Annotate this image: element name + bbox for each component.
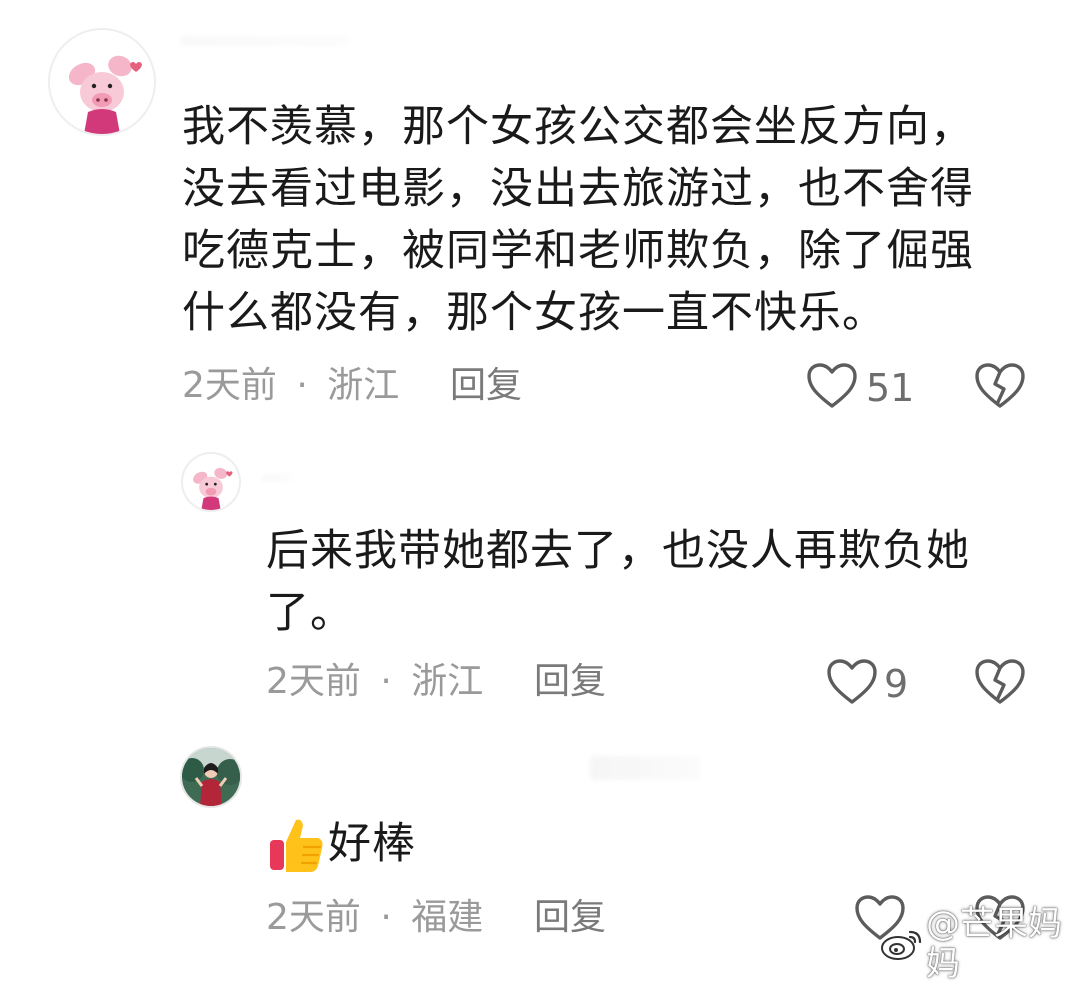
reply-avatar[interactable] (181, 452, 241, 512)
broken-heart-icon (975, 363, 1025, 408)
reply-avatar[interactable] (180, 746, 242, 808)
reply-meta: 2天前 · 福建 (266, 896, 483, 940)
commenter-name-blurred (180, 36, 350, 46)
comment-time: 2天前 (182, 365, 277, 406)
reply-button[interactable]: 回复 (534, 896, 606, 940)
dislike-button[interactable] (974, 658, 1026, 706)
reply-text-line: 了。 (266, 588, 354, 638)
like-button[interactable] (806, 362, 858, 410)
commenter-avatar[interactable] (48, 28, 156, 136)
meta-separator: · (296, 365, 308, 406)
watermark-text: @芒果妈妈 (926, 904, 1062, 984)
piglet-avatar-icon (193, 467, 233, 510)
reply-meta: 2天前 · 浙江 (266, 660, 483, 704)
reply-name-blurred (590, 756, 700, 780)
reply-button[interactable]: 回复 (450, 364, 522, 408)
reply-text-content: 好棒 (328, 819, 416, 869)
thumbs-up-icon (266, 814, 326, 874)
watermark: @芒果妈妈 (880, 904, 1080, 984)
photo-avatar-icon (182, 748, 240, 806)
reply-text: 后来我带她都去了，也没人再欺负她 了。 (266, 520, 1026, 644)
comment-meta: 2天前 · 浙江 (182, 364, 399, 408)
reply-text: 好棒 (266, 812, 416, 876)
comment-text-line: 吃德克士，被同学和老师欺负，除了倔强 (182, 226, 974, 276)
comment-text-line: 什么都没有，那个女孩一直不快乐。 (182, 288, 886, 338)
reply-text-line: 后来我带她都去了，也没人再欺负她 (266, 526, 970, 576)
comment-text: 我不羡慕，那个女孩公交都会坐反方向， 没去看过电影，没出去旅游过，也不舍得 吃德… (182, 96, 1022, 344)
like-count: 9 (884, 662, 909, 706)
broken-heart-icon (975, 659, 1025, 704)
comment-location: 浙江 (327, 365, 400, 406)
reply-button[interactable]: 回复 (534, 660, 606, 704)
dislike-button[interactable] (974, 362, 1026, 410)
meta-separator: · (380, 897, 392, 938)
heart-icon (827, 659, 877, 704)
comment-text-line: 没去看过电影，没出去旅游过，也不舍得 (182, 164, 974, 214)
like-button[interactable] (826, 658, 878, 706)
reply-name-blurred (262, 474, 292, 482)
reply-time: 2天前 (266, 897, 361, 938)
reply-location: 福建 (411, 897, 484, 938)
reply-location: 浙江 (411, 661, 484, 702)
weibo-icon (880, 926, 924, 962)
like-count: 51 (866, 366, 915, 410)
heart-icon (807, 363, 857, 408)
reply-time: 2天前 (266, 661, 361, 702)
piglet-avatar-icon (68, 55, 142, 134)
comment-text-line: 我不羡慕，那个女孩公交都会坐反方向， (182, 102, 974, 152)
meta-separator: · (380, 661, 392, 702)
